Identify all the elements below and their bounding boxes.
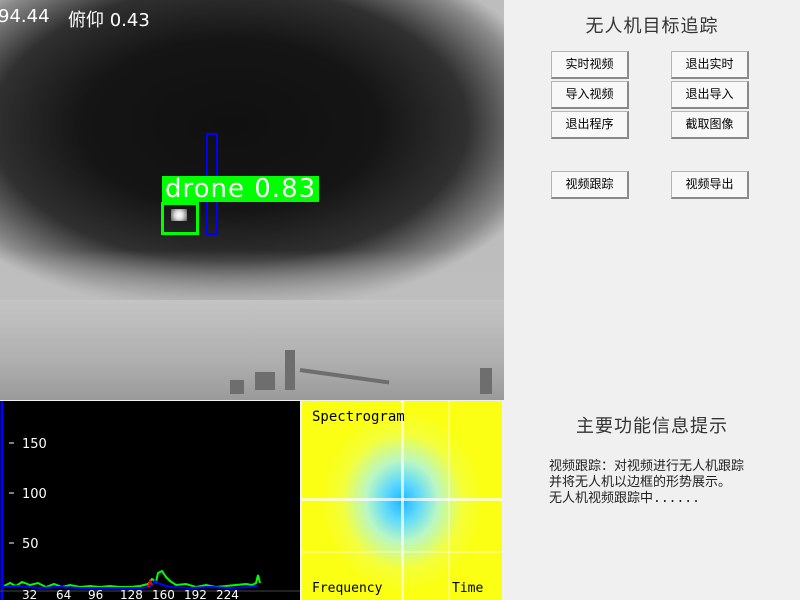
ground-structure bbox=[480, 368, 492, 394]
spectrogram-panel: Spectrogram Frequency Time bbox=[302, 401, 502, 600]
realtime-video-button[interactable]: 实时视频 bbox=[551, 51, 629, 79]
ground-area bbox=[0, 300, 504, 400]
x-tick-label: 64 bbox=[56, 588, 71, 600]
pitch-readout: 俯仰 0.43 bbox=[68, 10, 150, 31]
spectrogram-grid-line bbox=[448, 401, 450, 600]
spectrogram-frequency-label: Frequency bbox=[312, 581, 383, 596]
exit-program-button[interactable]: 退出程序 bbox=[551, 111, 629, 139]
y-tick-label: 50 bbox=[22, 537, 39, 552]
info-title: 主要功能信息提示 bbox=[576, 416, 728, 437]
info-message: 视频跟踪：对视频进行无人机跟踪 并将无人机以边框的形势展示。 无人机视频跟踪中.… bbox=[549, 459, 794, 507]
x-tick-label: 192 bbox=[184, 588, 207, 600]
yaw-readout: 94.44 bbox=[0, 6, 50, 27]
spectrogram-grid-line bbox=[302, 551, 502, 553]
info-line: 视频跟踪：对视频进行无人机跟踪 bbox=[549, 459, 745, 474]
video-display: 94.44 俯仰 0.43 drone 0.83 bbox=[0, 0, 504, 400]
y-tick-label: 150 bbox=[22, 437, 47, 452]
ground-structure bbox=[255, 372, 275, 390]
x-tick-label: 160 bbox=[152, 588, 175, 600]
histogram-panel: 150 100 50 32 64 96 128 160 192 224 bbox=[0, 401, 300, 600]
x-tick-label: 32 bbox=[22, 588, 37, 600]
histogram-chart: 150 100 50 32 64 96 128 160 192 224 bbox=[0, 401, 300, 600]
histogram-green bbox=[3, 569, 261, 589]
info-line: 并将无人机以边框的形势展示。 bbox=[549, 475, 732, 490]
x-tick-label: 224 bbox=[216, 588, 239, 600]
ground-structure bbox=[285, 350, 295, 390]
app-title: 无人机目标追踪 bbox=[585, 16, 719, 37]
video-export-button[interactable]: 视频导出 bbox=[671, 171, 749, 199]
detection-label: drone 0.83 bbox=[162, 176, 320, 202]
import-video-button[interactable]: 导入视频 bbox=[551, 81, 629, 109]
capture-image-button[interactable]: 截取图像 bbox=[671, 111, 749, 139]
exit-import-button[interactable]: 退出导入 bbox=[671, 81, 749, 109]
x-tick-label: 128 bbox=[120, 588, 143, 600]
x-tick-label: 96 bbox=[88, 588, 103, 600]
spectrogram-title: Spectrogram bbox=[312, 409, 405, 425]
spectrogram-time-label: Time bbox=[452, 581, 484, 596]
exit-realtime-button[interactable]: 退出实时 bbox=[671, 51, 749, 79]
video-tracking-button[interactable]: 视频跟踪 bbox=[551, 171, 629, 199]
spectrogram-center-hline bbox=[302, 498, 502, 501]
drone-target bbox=[171, 209, 187, 221]
ground-structure bbox=[230, 380, 244, 394]
info-line: 无人机视频跟踪中...... bbox=[549, 491, 700, 506]
y-tick-label: 100 bbox=[22, 487, 47, 502]
